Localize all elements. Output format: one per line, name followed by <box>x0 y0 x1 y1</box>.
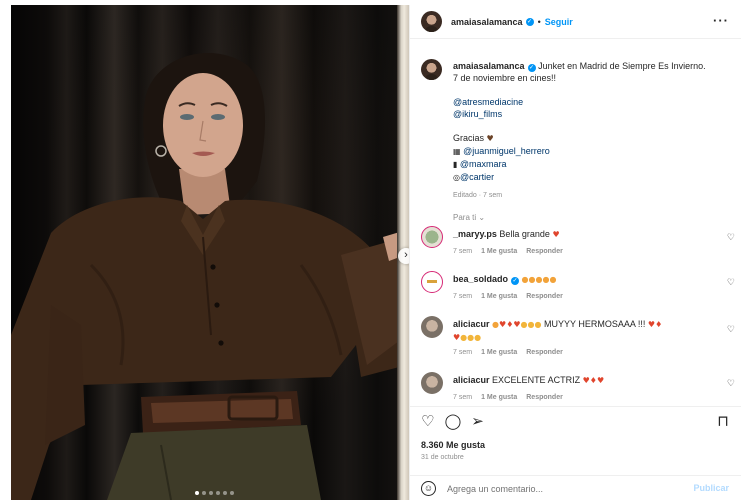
comment-input[interactable] <box>447 481 677 496</box>
comment-likes[interactable]: 1 Me gusta <box>481 248 517 255</box>
portrait-illustration <box>11 52 407 500</box>
like-comment-heart-icon[interactable]: ♡ <box>727 232 735 243</box>
ring-icon: ◎ <box>453 173 460 182</box>
coat-icon: ▮ <box>453 160 458 169</box>
comment-body: Bella grande <box>499 229 550 239</box>
post-date: 31 de octubre <box>421 454 464 461</box>
comment-text: _maryy.ps Bella grande ♥ <box>453 228 718 241</box>
brown-heart-icon: ♥ <box>486 134 494 143</box>
comment-body: MUYYY HERMOSAAA !!! <box>544 319 646 329</box>
avatar[interactable] <box>421 316 443 338</box>
like-comment-heart-icon[interactable]: ♡ <box>727 277 735 288</box>
caption-thanks: Gracias <box>453 133 485 143</box>
clapperboard-icon: ▦ <box>453 147 461 156</box>
share-icon[interactable]: ➢ <box>471 412 484 430</box>
carousel-indicator <box>195 491 234 495</box>
bookmark-icon[interactable]: ⊓ <box>717 412 729 430</box>
carousel-next-button[interactable]: › <box>398 248 409 264</box>
carousel-dot <box>202 491 206 495</box>
comment-likes[interactable]: 1 Me gusta <box>481 394 517 401</box>
comment-age: 7 sem <box>453 293 473 300</box>
comment-body: EXCELENTE ACTRIZ <box>492 375 581 385</box>
carousel-dot <box>223 491 227 495</box>
comment-likes[interactable]: 1 Me gusta <box>481 349 517 356</box>
chevron-right-icon: › <box>404 249 408 261</box>
separator-dot: • <box>537 16 541 27</box>
verified-badge-icon: ✓ <box>525 17 534 26</box>
avatar[interactable] <box>421 11 442 32</box>
comment-text: aliciacur EXCELENTE ACTRIZ ♥♦♥ <box>453 374 718 387</box>
clap-emoji-icon: ●●● <box>460 333 482 342</box>
reply-button[interactable]: Responder <box>526 293 563 300</box>
heart-eyes-emoji-icon: ●●●●● <box>521 275 557 284</box>
carousel-dot <box>230 491 234 495</box>
reply-button[interactable]: Responder <box>526 394 563 401</box>
verified-badge-icon: ✓ <box>527 64 536 72</box>
mention-link[interactable]: @maxmara <box>460 159 507 169</box>
caption-age: 7 sem <box>482 192 503 199</box>
edited-label: Editado <box>453 192 477 199</box>
reply-button[interactable]: Responder <box>526 248 563 255</box>
post-header: amaiasalamanca ✓ • Seguir ··· <box>410 5 741 39</box>
comment-icon[interactable]: ◯ <box>444 412 461 430</box>
mention-link[interactable]: @juanmiguel_herrero <box>463 146 550 156</box>
comment-age: 7 sem <box>453 349 473 356</box>
comment-age: 7 sem <box>453 394 473 401</box>
post-details-panel: amaiasalamanca ✓ • Seguir ··· amaiasalam… <box>409 5 741 500</box>
comment-likes[interactable]: 1 Me gusta <box>481 293 517 300</box>
emoji-smile-icon[interactable]: ☺ <box>421 481 436 496</box>
translation-label: Para ti <box>453 213 477 222</box>
caption-username[interactable]: amaiasalamanca <box>453 61 525 71</box>
caption-meta: Editado · 7 sem <box>453 192 503 199</box>
post-actions: ♡ ◯ ➢ ⊓ 8.360 Me gusta 31 de octubre ☺ P… <box>410 406 741 500</box>
mention-link[interactable]: @ikiru_films <box>453 108 728 120</box>
emoji-row-icon: ● <box>492 320 500 329</box>
emoji-row-icon: ♥♦ <box>647 320 663 329</box>
translation-toggle[interactable]: Para ti ⌄ <box>453 212 728 224</box>
caption-text-line1: Junket en Madrid de Siempre Es Invierno. <box>538 61 706 71</box>
likes-count[interactable]: 8.360 Me gusta <box>421 440 485 450</box>
comment-username[interactable]: bea_soldado <box>453 274 508 284</box>
action-icons: ♡ ◯ ➢ <box>421 412 484 430</box>
comments-scroll-area[interactable]: amaiasalamanca ✓ Junket en Madrid de Siem… <box>410 40 741 406</box>
carousel-dot <box>209 491 213 495</box>
author-username[interactable]: amaiasalamanca <box>451 17 523 27</box>
red-heart-icon: ♥ <box>552 230 560 239</box>
chevron-down-icon: ⌄ <box>478 213 486 222</box>
more-horizontal-icon[interactable]: ··· <box>713 13 729 28</box>
publish-button[interactable]: Publicar <box>693 483 729 493</box>
caption-text-line2: 7 de noviembre en cines!! <box>453 73 557 83</box>
follow-button[interactable]: Seguir <box>545 17 573 27</box>
avatar[interactable] <box>421 372 443 394</box>
comment-text: aliciacur ●♥♦♥●●● MUYYY HERMOSAAA !!! ♥♦… <box>453 318 718 344</box>
comment-meta: 7 sem 1 Me gusta Responder <box>453 293 563 300</box>
comment-meta: 7 sem 1 Me gusta Responder <box>453 248 563 255</box>
heart-icon[interactable]: ♡ <box>421 412 434 430</box>
post-photo[interactable]: › <box>11 5 409 500</box>
emoji-row-icon: ♥♦♥ <box>582 376 605 385</box>
verified-badge-icon: ✓ <box>511 277 520 285</box>
comment-age: 7 sem <box>453 248 473 255</box>
avatar[interactable] <box>421 59 442 80</box>
reply-button[interactable]: Responder <box>526 349 563 356</box>
mention-link[interactable]: @atresmediacine <box>453 96 728 108</box>
avatar[interactable] <box>421 226 443 248</box>
comment-username[interactable]: aliciacur <box>453 375 490 385</box>
like-comment-heart-icon[interactable]: ♡ <box>727 378 735 389</box>
caption-body: amaiasalamanca ✓ Junket en Madrid de Siem… <box>453 60 728 224</box>
comment-meta: 7 sem 1 Me gusta Responder <box>453 349 563 356</box>
avatar[interactable] <box>421 271 443 293</box>
emoji-row-icon: ♥♦♥ <box>499 320 521 329</box>
comment-text: bea_soldado ✓ ●●●●● <box>453 273 718 286</box>
carousel-dot <box>195 491 199 495</box>
comment-username[interactable]: _maryy.ps <box>453 229 497 239</box>
carousel-dot <box>216 491 220 495</box>
comment-meta: 7 sem 1 Me gusta Responder <box>453 394 563 401</box>
like-comment-heart-icon[interactable]: ♡ <box>727 324 735 335</box>
comment-username[interactable]: aliciacur <box>453 319 490 329</box>
add-comment-bar: ☺ Publicar <box>410 475 741 500</box>
clap-emoji-icon: ●●● <box>520 320 542 329</box>
mention-link[interactable]: @cartier <box>460 172 494 182</box>
